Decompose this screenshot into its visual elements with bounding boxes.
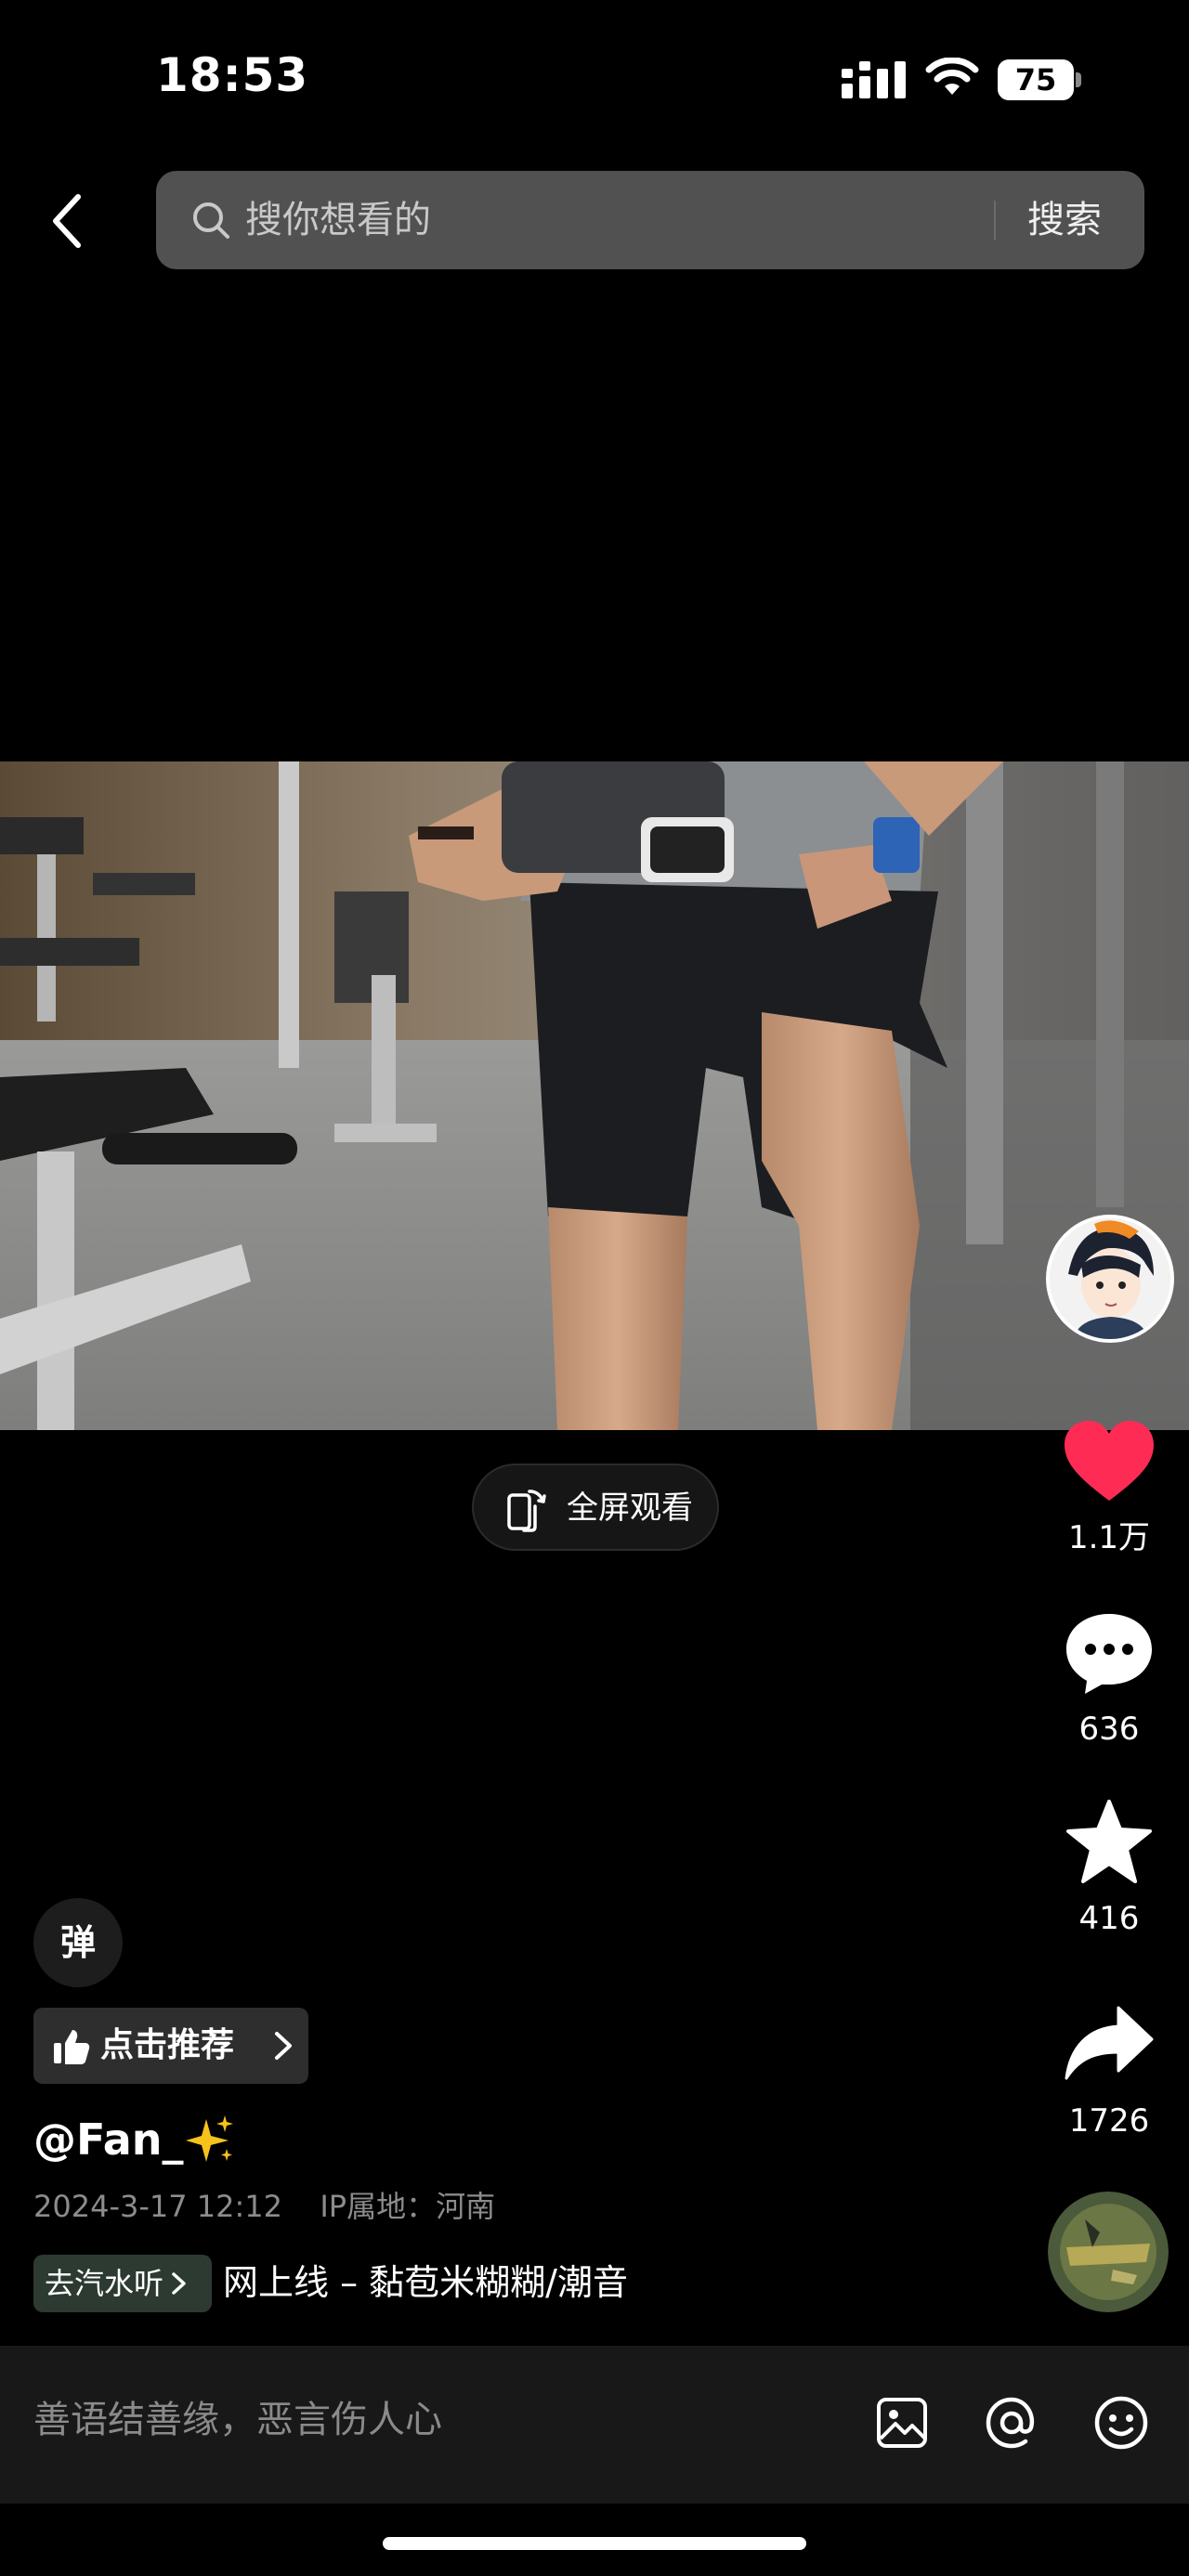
comment-bubble-icon [1066, 1614, 1152, 1694]
fullscreen-button[interactable]: 全屏观看 [472, 1464, 719, 1551]
search-button[interactable]: 搜索 [1027, 195, 1102, 245]
back-button[interactable] [37, 186, 97, 256]
search-input[interactable]: 搜你想看的 [245, 197, 431, 243]
music-chip-label: 去汽水听 [45, 2262, 189, 2305]
comment-count: 636 [1078, 1711, 1140, 1748]
like-count: 1.1万 [1067, 1519, 1151, 1556]
share-arrow-icon [1065, 2006, 1154, 2080]
battery-indicator: 75 [998, 59, 1083, 100]
like-button[interactable]: 1.1万 [1044, 1419, 1174, 1556]
comment-button[interactable]: 636 [1044, 1610, 1174, 1748]
post-meta: 2024-3-17 12:12 IP属地：河南 [33, 2186, 495, 2227]
rotate-screen-icon [507, 1490, 546, 1532]
emoji-icon[interactable] [1092, 2394, 1150, 2452]
home-indicator[interactable] [383, 2537, 806, 2550]
search-icon [193, 202, 229, 239]
comment-bar: 善语结善缘，恶言伤人心 [0, 2346, 1189, 2504]
video-frame-image [0, 761, 1189, 1430]
chevron-right-small-icon [172, 2272, 186, 2295]
author-name[interactable]: @Fan_ [33, 2114, 184, 2166]
cellular-signal-icon [842, 61, 906, 98]
author-avatar[interactable] [1046, 1215, 1174, 1343]
wifi-icon [925, 58, 979, 95]
danmu-toggle-button[interactable]: 弹 [33, 1898, 123, 1987]
music-title[interactable]: 网上线 – 黏苞米糊糊/潮音 [223, 2258, 697, 2307]
music-app-chip[interactable]: 去汽水听 [33, 2255, 212, 2312]
heart-icon [1065, 1421, 1154, 1501]
comment-input[interactable]: 善语结善缘，恶言伤人心 [33, 2396, 442, 2444]
recommend-label: 点击推荐 [100, 2026, 235, 2064]
recommend-button[interactable]: 点击推荐 [33, 2008, 308, 2084]
video-player[interactable] [0, 761, 1189, 1430]
post-date: 2024-3-17 12:12 [33, 2189, 282, 2224]
music-disc[interactable] [1048, 2192, 1169, 2312]
battery-tip [1076, 72, 1081, 87]
sparkles-emoji [186, 2115, 233, 2162]
star-icon [1066, 1800, 1152, 1883]
image-icon[interactable] [873, 2394, 931, 2452]
favorite-button[interactable]: 416 [1044, 1800, 1174, 1937]
music-cover-image [1048, 2192, 1169, 2312]
chevron-left-icon [53, 194, 81, 248]
favorite-count: 416 [1078, 1900, 1140, 1937]
avatar-image [1050, 1218, 1170, 1339]
status-time: 18:53 [156, 48, 309, 102]
share-count: 1726 [1068, 2102, 1150, 2140]
search-divider [994, 201, 996, 240]
search-bar[interactable]: 搜你想看的 搜索 [156, 171, 1144, 269]
chevron-right-icon [275, 2032, 292, 2060]
mention-icon[interactable] [983, 2394, 1040, 2452]
video-page: 18:53 75 搜你想看的 搜索 全屏观看 1.1万 636 416 1726… [0, 0, 1189, 2576]
ip-location: IP属地：河南 [320, 2189, 496, 2224]
thumbs-up-icon [54, 2030, 90, 2064]
battery-level: 75 [998, 59, 1074, 100]
share-button[interactable]: 1726 [1044, 2002, 1174, 2140]
fullscreen-label: 全屏观看 [567, 1490, 693, 1527]
